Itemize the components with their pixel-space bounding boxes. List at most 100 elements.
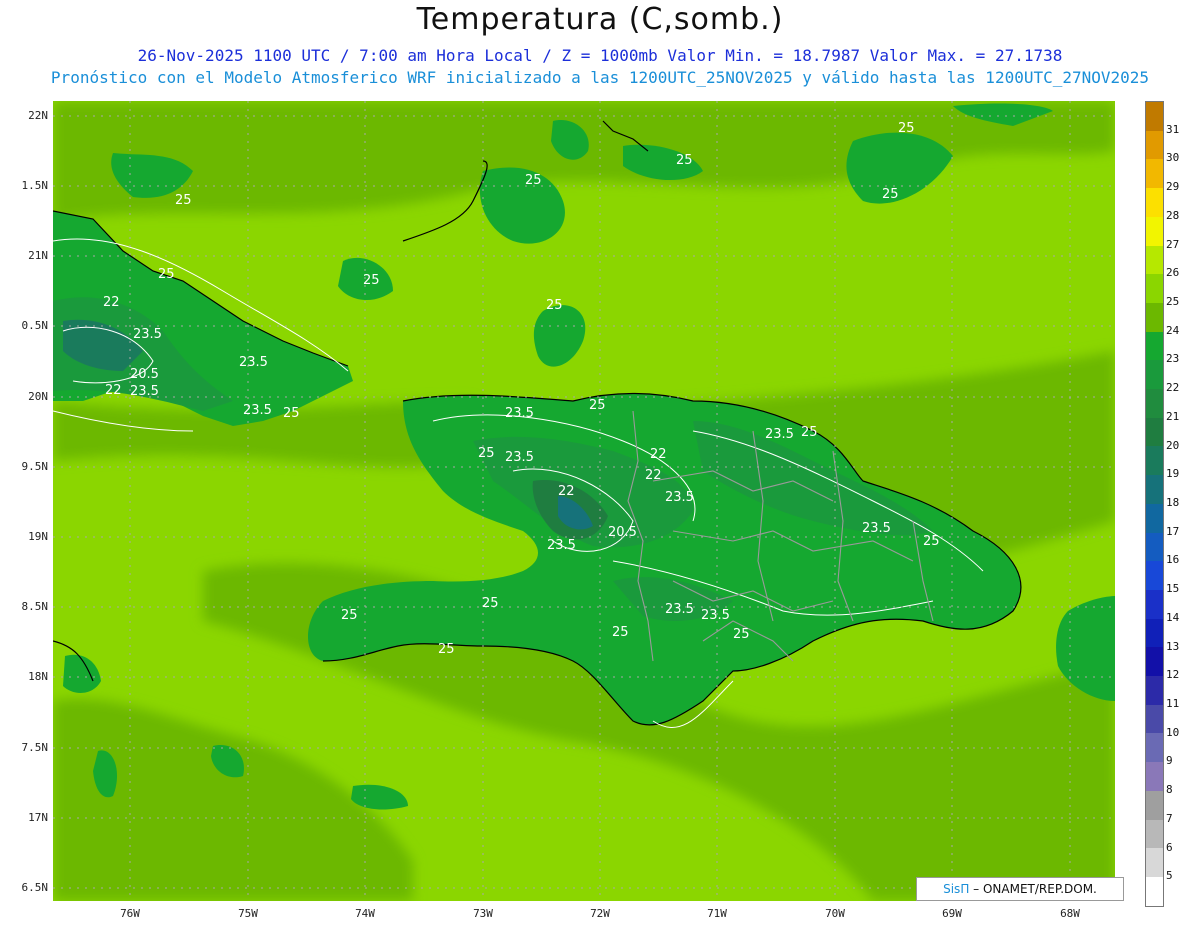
contour-label: 23.5 <box>243 403 272 418</box>
contour-label: 23.5 <box>239 355 268 370</box>
lon-label: 69W <box>942 907 962 920</box>
contour-label: 25 <box>589 398 606 413</box>
contour-label: 25 <box>175 193 192 208</box>
colorbar-segment <box>1146 389 1163 418</box>
contour-label: 22 <box>645 468 662 483</box>
colorbar-label: 23 <box>1166 352 1180 366</box>
colorbar-segment <box>1146 589 1163 619</box>
colorbar-label: 13 <box>1166 639 1180 653</box>
lat-label: 19N <box>28 530 48 543</box>
contour-label: 23.5 <box>130 384 159 399</box>
colorbar-label: 17 <box>1166 524 1180 538</box>
colorbar-segment <box>1146 790 1163 820</box>
colorbar-segment <box>1146 733 1163 763</box>
colorbar-label: 18 <box>1166 496 1180 509</box>
contour-label: 25 <box>801 425 818 440</box>
colorbar-segment <box>1146 302 1163 332</box>
colorbar-label: 30 <box>1166 151 1180 165</box>
forecast-time-line: 26-Nov-2025 1100 UTC / 7:00 am Hora Loca… <box>137 46 1063 65</box>
contour-label: 23.5 <box>862 521 891 536</box>
lon-label: 73W <box>473 907 493 920</box>
contour-label: 23.5 <box>133 327 162 342</box>
colorbar-label: 28 <box>1166 208 1180 222</box>
lat-label: 22N <box>28 109 48 122</box>
colorbar-label: 5 <box>1166 869 1173 883</box>
lat-label: 8.5N <box>21 600 49 613</box>
colorbar-label: 9 <box>1166 754 1173 768</box>
contour-label: 23.5 <box>665 490 694 505</box>
lon-label: 71W <box>707 907 727 920</box>
lat-label: 6.5N <box>21 881 49 894</box>
colorbar-segment <box>1146 503 1163 533</box>
colorbar-segment <box>1146 848 1163 877</box>
contour-label: 20.5 <box>130 367 159 382</box>
lat-label: 20N <box>28 390 48 403</box>
contour-label: 25 <box>525 173 542 188</box>
colorbar-label: 16 <box>1166 553 1180 567</box>
lat-label: 21N <box>28 249 48 262</box>
colorbar-label: 10 <box>1166 725 1180 739</box>
colorbar-label: 24 <box>1166 323 1180 337</box>
colorbar-label: 22 <box>1166 381 1180 395</box>
contour-label: 25 <box>283 406 300 421</box>
colorbar-segment <box>1146 274 1163 303</box>
contour-label: 22 <box>105 383 122 398</box>
colorbar-segment <box>1146 417 1163 447</box>
colorbar-segment <box>1146 188 1163 217</box>
colorbar-segment <box>1146 561 1163 590</box>
contour-label: 25 <box>438 642 455 657</box>
contour-label: 22 <box>558 484 575 499</box>
contour-label: 23.5 <box>505 406 534 421</box>
temperature-colorbar <box>1145 101 1164 907</box>
contour-label: 25 <box>676 153 693 168</box>
contour-label: 25 <box>363 273 380 288</box>
colorbar-label: 25 <box>1166 295 1180 308</box>
lat-label: 9.5N <box>21 460 49 473</box>
colorbar-label: 8 <box>1166 783 1173 797</box>
contour-label: 23.5 <box>765 427 794 442</box>
contour-label: 25 <box>882 187 899 202</box>
colorbar-segment <box>1146 762 1163 791</box>
contour-label: 22 <box>103 295 120 310</box>
lat-label: 1.5N <box>21 179 49 192</box>
lon-label: 70W <box>825 907 845 920</box>
colorbar-segment <box>1146 446 1163 476</box>
contour-label: 25 <box>546 298 563 313</box>
model-info-line: Pronóstico con el Modelo Atmosferico WRF… <box>50 68 1150 87</box>
contour-label: 25 <box>612 625 629 640</box>
contour-label: 23.5 <box>505 450 534 465</box>
colorbar-label: 19 <box>1166 467 1180 481</box>
colorbar-label: 15 <box>1166 582 1180 596</box>
colorbar-label: 27 <box>1166 237 1180 251</box>
colorbar-segment <box>1146 819 1163 849</box>
lon-label: 74W <box>355 907 375 920</box>
credit-box: SisΠ – ONAMET/REP.DOM. <box>916 877 1124 901</box>
lon-label: 72W <box>590 907 610 920</box>
colorbar-label: 11 <box>1166 697 1180 710</box>
colorbar-label: 14 <box>1166 610 1180 624</box>
contour-label: 25 <box>733 627 750 642</box>
colorbar-segment <box>1146 647 1163 677</box>
colorbar-label: 7 <box>1166 811 1173 825</box>
contour-label: 25 <box>898 121 915 136</box>
colorbar-label: 31 <box>1166 122 1180 136</box>
colorbar-segment <box>1146 618 1163 648</box>
colorbar-label: 6 <box>1166 840 1173 854</box>
contour-label: 25 <box>923 534 940 549</box>
colorbar-segment <box>1146 475 1163 504</box>
lon-label: 76W <box>120 907 140 920</box>
lat-label: 7.5N <box>21 741 49 754</box>
colorbar-segment <box>1146 130 1163 160</box>
colorbar-label: 26 <box>1166 266 1180 280</box>
colorbar-label: 21 <box>1166 409 1180 423</box>
colorbar-segment <box>1146 245 1163 275</box>
contour-label: 23.5 <box>701 608 730 623</box>
contour-label: 25 <box>478 446 495 461</box>
colorbar-segment <box>1146 532 1163 562</box>
contour-label: 22 <box>650 447 667 462</box>
colorbar-segment <box>1146 159 1163 189</box>
brand-logo: SisΠ <box>943 882 970 896</box>
temperature-map: 25 25 25 25 25 25 22 23.5 23.5 20.5 22 2… <box>52 101 1115 901</box>
contour-label: 23.5 <box>547 538 576 553</box>
colorbar-segment <box>1146 331 1163 361</box>
